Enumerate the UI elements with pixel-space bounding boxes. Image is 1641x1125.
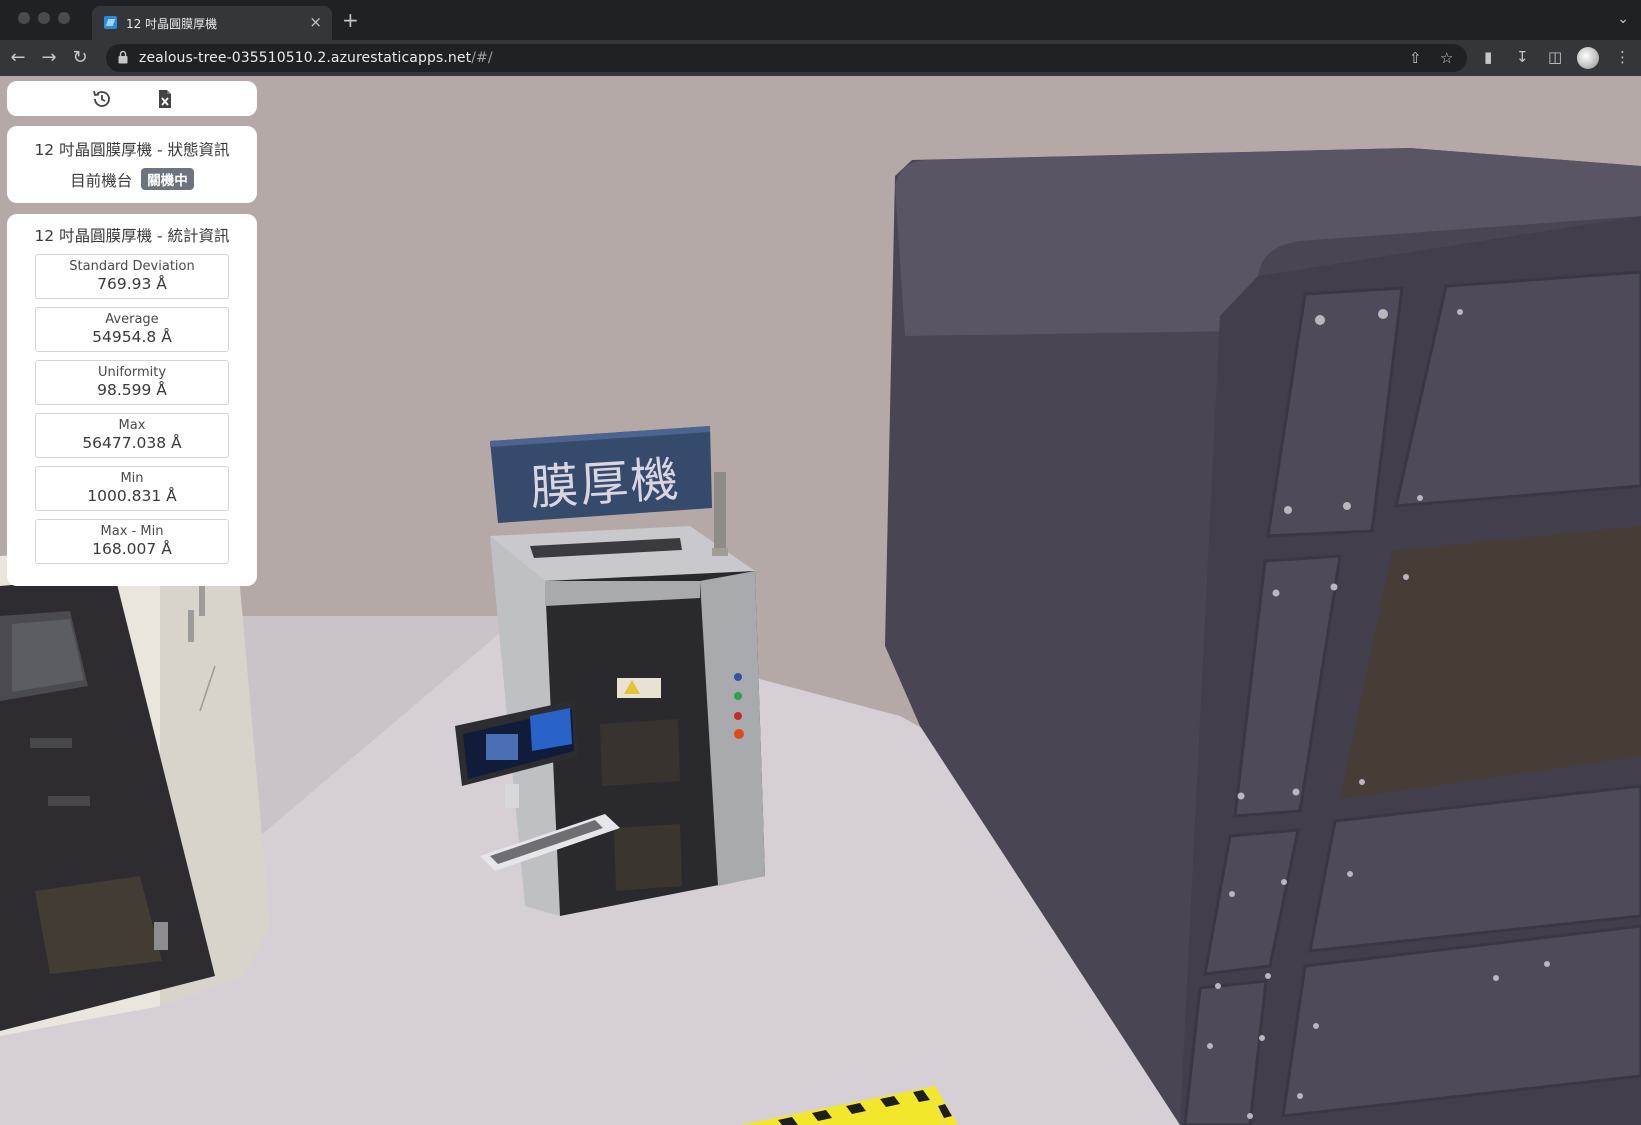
new-tab-button[interactable]: + — [342, 9, 359, 31]
bookmark-star-icon[interactable]: ☆ — [1440, 49, 1453, 67]
window-close-dot[interactable] — [18, 12, 30, 24]
stat-value: 98.599 Å — [97, 381, 167, 399]
address-bar[interactable]: zealous-tree-035510510.2.azurestaticapps… — [106, 44, 1467, 72]
forward-arrow-icon[interactable]: → — [37, 46, 61, 70]
stat-average: Average 54954.8 Å — [35, 307, 229, 352]
tools-panel — [7, 81, 257, 116]
status-panel-title: 12 吋晶圓膜厚機 - 狀態資訊 — [34, 141, 230, 159]
browser-tab[interactable]: 12 吋晶圓膜厚機 × — [92, 6, 332, 40]
excel-file-icon[interactable] — [153, 87, 177, 111]
extensions-puzzle-icon[interactable]: ▮ — [1484, 48, 1492, 66]
reload-icon[interactable]: ↻ — [68, 46, 92, 70]
stat-value: 1000.831 Å — [87, 487, 177, 505]
stat-label: Max - Min — [100, 524, 164, 539]
machine-sign-label: 膜厚機 — [528, 451, 682, 517]
stat-value: 56477.038 Å — [82, 434, 182, 452]
tab-close-button[interactable]: × — [309, 13, 322, 31]
share-icon[interactable]: ⇧ — [1409, 49, 1422, 67]
stat-label: Average — [105, 312, 159, 327]
profile-avatar[interactable] — [1577, 47, 1599, 69]
browser-menu-icon[interactable]: ⋮ — [1615, 48, 1630, 66]
url-path: /#/ — [471, 50, 493, 66]
stat-label: Standard Deviation — [69, 259, 195, 274]
status-panel: 12 吋晶圓膜厚機 - 狀態資訊 目前機台 關機中 — [7, 126, 257, 203]
left-machine — [0, 531, 270, 1036]
stat-standard-deviation: Standard Deviation 769.93 Å — [35, 254, 229, 299]
stat-uniformity: Uniformity 98.599 Å — [35, 360, 229, 405]
tab-search-chevron-icon[interactable]: ⌄ — [1617, 11, 1629, 27]
url-text[interactable]: zealous-tree-035510510.2.azurestaticapps… — [139, 50, 493, 66]
stat-value: 54954.8 Å — [92, 328, 172, 346]
stat-label: Uniformity — [97, 365, 167, 380]
stat-label: Min — [120, 471, 144, 486]
3d-viewport[interactable]: 膜厚機 12 吋晶圓膜厚機 - 狀態資訊 目前機台 關機中 12 吋晶圓膜厚機 … — [0, 76, 1641, 1125]
stat-value: 769.93 Å — [97, 275, 167, 293]
browser-toolbar: ← → ↻ zealous-tree-035510510.2.azurestat… — [0, 40, 1641, 76]
status-badge: 關機中 — [141, 168, 194, 190]
stat-label: Max — [118, 418, 146, 433]
status-row: 目前機台 關機中 — [7, 168, 257, 191]
window-zoom-dot[interactable] — [58, 12, 70, 24]
url-host: zealous-tree-035510510.2.azurestaticapps… — [139, 50, 472, 66]
stats-panel-title: 12 吋晶圓膜厚機 - 統計資訊 — [34, 227, 230, 245]
app-favicon-icon — [104, 16, 117, 29]
download-icon[interactable]: ↧ — [1516, 48, 1529, 66]
history-icon[interactable] — [90, 87, 114, 111]
stat-value: 168.007 Å — [92, 540, 172, 558]
stat-max-minus-min: Max - Min 168.007 Å — [35, 519, 229, 564]
lock-icon — [118, 50, 128, 64]
tab-strip: 12 吋晶圓膜厚機 × + ⌄ — [0, 0, 1641, 40]
stat-min: Min 1000.831 Å — [35, 466, 229, 511]
stat-max: Max 56477.038 Å — [35, 413, 229, 458]
stats-panel: 12 吋晶圓膜厚機 - 統計資訊 Standard Deviation 769.… — [7, 214, 257, 586]
back-arrow-icon[interactable]: ← — [6, 46, 30, 70]
side-panel-icon[interactable]: ◫ — [1548, 48, 1562, 66]
window-minimize-dot[interactable] — [38, 12, 50, 24]
current-machine-label: 目前機台 — [70, 172, 133, 190]
tab-title: 12 吋晶圓膜厚機 — [126, 17, 218, 31]
